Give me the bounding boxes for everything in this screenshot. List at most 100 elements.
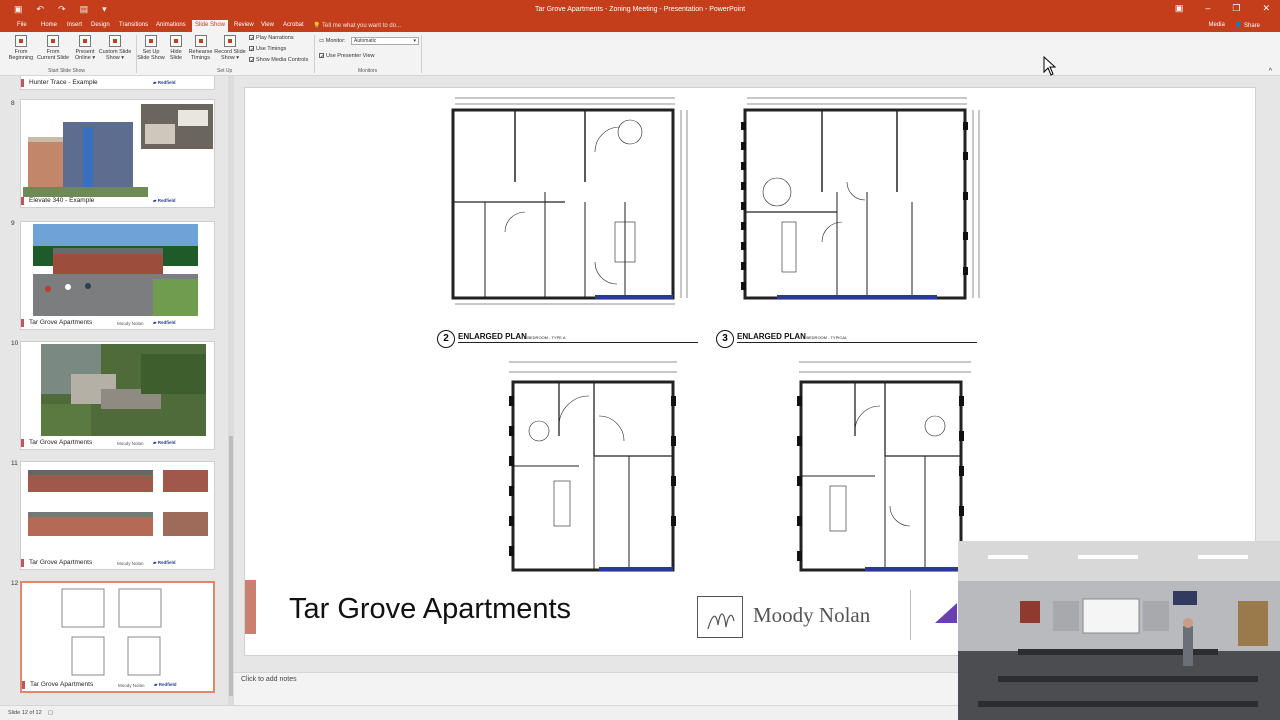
- hide-label-2: Slide: [169, 55, 183, 61]
- powerpoint-window: ▣ ↶ ↷ ▤ ▾ Tar Grove Apartments - Zoning …: [0, 0, 1280, 720]
- thumbnail-building-photo: [23, 102, 214, 197]
- minimize-icon[interactable]: –: [1205, 3, 1210, 14]
- notes-pane[interactable]: Click to add notes: [234, 672, 958, 705]
- plan-subtitle: 2 BEDROOM - TYPICAL: [803, 335, 848, 340]
- title-accent-bar: [245, 580, 256, 634]
- use-timings-label: Use Timings: [256, 46, 287, 52]
- floor-plan-2br-typical-lower: [797, 361, 971, 572]
- plan-title-rule: [458, 342, 698, 343]
- slide-title[interactable]: Tar Grove Apartments: [289, 593, 571, 626]
- window-controls: ▣ – ❐ ✕: [1175, 3, 1270, 14]
- from-current-slide-button[interactable]: From Current Slide: [36, 35, 70, 61]
- media-button[interactable]: Media: [1208, 22, 1224, 29]
- thumbnail-caption: Tar Grove Apartments: [29, 319, 93, 326]
- record-label-2: Show ▾: [220, 55, 240, 61]
- thumbnail-elevations-image: [28, 470, 208, 536]
- thumbnail-caption: Hunter Trace - Example: [29, 79, 98, 86]
- slide-number: 12: [11, 580, 19, 587]
- thumbnail-slide-9[interactable]: Tar Grove Apartments Moody Nolan ▰ Redfi…: [20, 221, 215, 330]
- tab-view[interactable]: View: [261, 22, 274, 28]
- thumbnail-slide-10[interactable]: Tar Grove Apartments Moody Nolan ▰ Redfi…: [20, 341, 215, 450]
- slide-number: 11: [11, 460, 18, 467]
- thumbnail-slide-7[interactable]: Hunter Trace - Example ▰ Redfield: [20, 76, 215, 90]
- moody-nolan-logo-mark: [697, 596, 743, 638]
- tab-home[interactable]: Home: [41, 22, 57, 28]
- partner-logo: ▰ Redfield: [153, 440, 176, 445]
- moody-nolan-wordmark: Moody Nolan: [753, 603, 871, 627]
- present-online-button[interactable]: Present Online ▾: [72, 35, 98, 61]
- checkbox-icon: ✓: [249, 57, 255, 64]
- record-slide-show-button[interactable]: Record Slide Show ▾: [213, 35, 247, 61]
- tab-review[interactable]: Review: [234, 22, 254, 28]
- slide-number: 9: [11, 220, 15, 227]
- use-timings-checkbox[interactable]: ✓Use Timings: [249, 46, 287, 53]
- share-button[interactable]: 👤 Share: [1235, 22, 1260, 29]
- scrollbar-thumb[interactable]: [229, 436, 233, 696]
- close-icon[interactable]: ✕: [1262, 3, 1270, 14]
- tab-file[interactable]: File: [17, 22, 27, 28]
- thumbnail-accent: [21, 559, 24, 567]
- moody-nolan-logo: Moody Nolan: [117, 321, 144, 326]
- thumbnail-caption: Elevate 340 - Example: [29, 197, 95, 204]
- thumbnail-floorplans-image: [61, 588, 162, 676]
- chevron-down-icon: ▾: [413, 38, 416, 44]
- thumbnail-slide-12[interactable]: Tar Grove Apartments Moody Nolan ▰ Redfi…: [20, 581, 215, 693]
- tab-transitions[interactable]: Transitions: [119, 22, 148, 28]
- spellcheck-icon[interactable]: ▢: [48, 710, 53, 716]
- tab-design[interactable]: Design: [91, 22, 110, 28]
- custom-slide-show-button[interactable]: Custom Slide Show ▾: [97, 35, 133, 61]
- notes-placeholder: Click to add notes: [241, 676, 297, 683]
- mouse-cursor-icon: [1043, 56, 1057, 76]
- plan-title-rule: [737, 342, 977, 343]
- partner-logo: ▰ Redfield: [154, 682, 177, 687]
- from-beginning-button[interactable]: From Beginning: [7, 35, 35, 61]
- lightbulb-icon: 💡: [313, 23, 321, 29]
- plan-number-badge: 2: [437, 330, 455, 348]
- show-media-controls-checkbox[interactable]: ✓Show Media Controls: [249, 57, 308, 64]
- play-narrations-checkbox[interactable]: ✓Play Narrations: [249, 35, 294, 42]
- thumbnail-slide-11[interactable]: Tar Grove Apartments Moody Nolan ▰ Redfi…: [20, 461, 215, 570]
- collapse-ribbon-icon[interactable]: ^: [1269, 68, 1272, 75]
- monitor-icon: ▭: [319, 38, 325, 44]
- tell-me-box[interactable]: 💡 Tell me what you want to do...: [313, 22, 401, 29]
- from-current-label-2: Current Slide: [36, 55, 70, 61]
- webcam-overlay: [958, 541, 1280, 720]
- restore-icon[interactable]: ❐: [1232, 3, 1240, 14]
- thumbnail-aerial-image: [41, 344, 206, 436]
- setup-label-2: Slide Show: [137, 55, 165, 61]
- slide-indicator: Slide 12 of 12: [8, 710, 42, 716]
- slide-number: 10: [11, 340, 19, 347]
- monitor-select[interactable]: Automatic ▾: [351, 37, 419, 45]
- monitor-select-value: Automatic: [354, 38, 377, 44]
- slideshow-start-icon: [15, 35, 27, 47]
- thumbnail-accent: [22, 681, 25, 689]
- rehearse-timings-button[interactable]: Rehearse Timings: [187, 35, 214, 61]
- title-bar: ▣ ↶ ↷ ▤ ▾ Tar Grove Apartments - Zoning …: [0, 0, 1280, 20]
- meeting-room-video: [958, 541, 1280, 720]
- person-icon: 👤: [1234, 23, 1243, 29]
- from-beginning-label-2: Beginning: [8, 55, 34, 61]
- moody-nolan-logo: Moody Nolan: [117, 561, 144, 566]
- moody-nolan-logo: Moody Nolan: [118, 683, 145, 688]
- tab-acrobat[interactable]: Acrobat: [283, 22, 304, 28]
- partner-logo: ▰ Redfield: [153, 320, 176, 325]
- thumbnail-slide-8[interactable]: Elevate 340 - Example ▰ Redfield: [20, 99, 215, 208]
- record-icon: [224, 35, 236, 47]
- tab-insert[interactable]: Insert: [67, 22, 82, 28]
- ribbon-tabs: File Home Insert Design Transitions Anim…: [0, 20, 1280, 32]
- use-presenter-view-checkbox[interactable]: ✓Use Presenter View: [319, 53, 375, 60]
- plan-subtitle: 2 BEDROOM - TYPE A: [524, 335, 566, 340]
- tab-animations[interactable]: Animations: [156, 22, 186, 28]
- floor-plan-2br-typical-upper: [741, 97, 980, 300]
- set-up-slide-show-button[interactable]: Set Up Slide Show: [136, 35, 166, 61]
- ribbon-display-icon[interactable]: ▣: [1175, 3, 1184, 14]
- monitor-label: ▭ Monitor:: [319, 38, 346, 44]
- logo-divider: [910, 590, 911, 640]
- slideshow-current-icon: [47, 35, 59, 47]
- floor-plan-2br-type-a-upper: [451, 97, 688, 305]
- hide-slide-button[interactable]: Hide Slide: [166, 35, 186, 61]
- plan-number-badge: 3: [716, 330, 734, 348]
- thumbnail-accent: [21, 197, 24, 205]
- tab-slide-show[interactable]: Slide Show: [192, 20, 229, 32]
- thumbnail-caption: Tar Grove Apartments: [29, 559, 93, 566]
